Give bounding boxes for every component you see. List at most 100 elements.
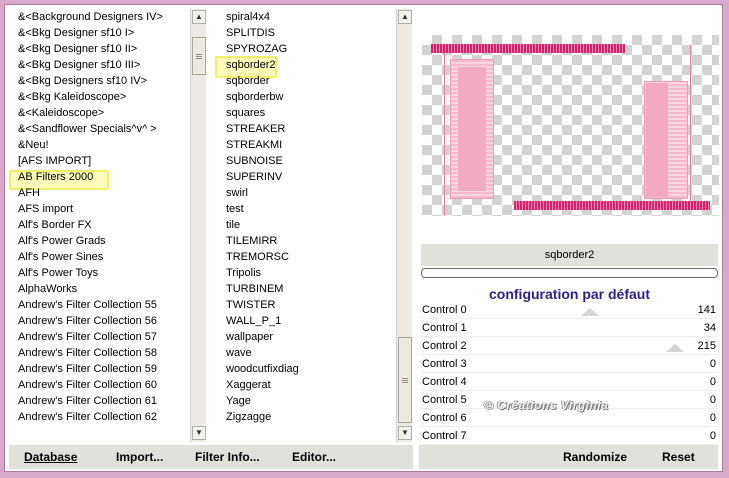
- filter-item[interactable]: swirl: [224, 185, 396, 201]
- category-item[interactable]: AFH: [16, 185, 190, 201]
- watermark: © Créations Virginia: [484, 398, 609, 412]
- filter-item[interactable]: SUPERINV: [224, 169, 396, 185]
- filter-item[interactable]: wave: [224, 345, 396, 361]
- category-item[interactable]: &<Bkg Designer sf10 II>: [16, 41, 190, 57]
- slider-thumb-icon[interactable]: [666, 344, 684, 352]
- scroll-down-icon[interactable]: ▼: [192, 426, 206, 440]
- filter-item[interactable]: SPLITDIS: [224, 25, 396, 41]
- control-row[interactable]: Control 0 141: [421, 301, 718, 319]
- filter-item[interactable]: woodcutfixdiag: [224, 361, 396, 377]
- category-item[interactable]: Andrew's Filter Collection 61: [16, 393, 190, 409]
- control-value[interactable]: 0: [710, 355, 716, 373]
- control-value[interactable]: 141: [698, 301, 716, 319]
- category-item[interactable]: Andrew's Filter Collection 56: [16, 313, 190, 329]
- category-item[interactable]: &<Sandflower Specials^v^ >: [16, 121, 190, 137]
- category-item[interactable]: Alf's Power Sines: [16, 249, 190, 265]
- editor-button[interactable]: Editor...: [292, 445, 336, 469]
- filter-item[interactable]: TILEMIRR: [224, 233, 396, 249]
- import-button[interactable]: Import...: [116, 445, 163, 469]
- filter-item[interactable]: SUBNOISE: [224, 153, 396, 169]
- preview-right-column-inner: [646, 83, 668, 197]
- preview-top-bar: [431, 44, 625, 53]
- control-row[interactable]: Control 3 0: [421, 355, 718, 373]
- control-label: Control 5: [422, 394, 467, 406]
- filter-item[interactable]: Yage: [224, 393, 396, 409]
- control-row[interactable]: Control 7 0: [421, 427, 718, 445]
- control-label: Control 6: [422, 412, 467, 424]
- control-label: Control 0: [422, 304, 467, 316]
- category-item[interactable]: Alf's Power Toys: [16, 265, 190, 281]
- control-label: Control 4: [422, 376, 467, 388]
- controls-panel: Control 0 141 Control 1 34 Control 2 215 Contr…: [421, 301, 718, 445]
- category-item[interactable]: AFS import: [16, 201, 190, 217]
- filter-item[interactable]: Tripolis: [224, 265, 396, 281]
- control-value[interactable]: 0: [710, 427, 716, 445]
- category-item[interactable]: AlphaWorks: [16, 281, 190, 297]
- filter-scrollbar[interactable]: ▲ ▼: [396, 9, 412, 442]
- filter-list[interactable]: spiral4x4 SPLITDIS SPYROZAG sqborder2 sqbord…: [224, 9, 396, 425]
- filter-item[interactable]: sqborder2: [224, 57, 396, 73]
- category-item[interactable]: &<Bkg Designer sf10 I>: [16, 25, 190, 41]
- category-item[interactable]: Andrew's Filter Collection 59: [16, 361, 190, 377]
- preview-bottom-bar: [514, 201, 710, 210]
- control-label: Control 7: [422, 430, 467, 442]
- filter-item[interactable]: STREAKER: [224, 121, 396, 137]
- category-item[interactable]: Alf's Border FX: [16, 217, 190, 233]
- category-item[interactable]: Andrew's Filter Collection 60: [16, 377, 190, 393]
- scroll-down-icon[interactable]: ▼: [398, 426, 412, 440]
- scroll-thumb[interactable]: [398, 337, 412, 423]
- effect-preview: [422, 35, 719, 216]
- control-value[interactable]: 215: [698, 337, 716, 355]
- reset-button[interactable]: Reset: [662, 445, 695, 469]
- control-value[interactable]: 0: [710, 373, 716, 391]
- filter-item[interactable]: sqborderbw: [224, 89, 396, 105]
- control-row[interactable]: Control 2 215: [421, 337, 718, 355]
- progress-bar: [421, 268, 718, 278]
- filter-item[interactable]: TURBINEM: [224, 281, 396, 297]
- filter-item[interactable]: squares: [224, 105, 396, 121]
- scroll-thumb[interactable]: [192, 37, 206, 75]
- database-button[interactable]: Database: [24, 445, 77, 469]
- category-item[interactable]: Andrew's Filter Collection 62: [16, 409, 190, 425]
- filter-item[interactable]: STREAKMI: [224, 137, 396, 153]
- filter-item[interactable]: SPYROZAG: [224, 41, 396, 57]
- category-item[interactable]: Andrew's Filter Collection 57: [16, 329, 190, 345]
- scroll-up-icon[interactable]: ▲: [192, 10, 206, 24]
- control-value[interactable]: 0: [710, 391, 716, 409]
- filter-item[interactable]: Xaggerat: [224, 377, 396, 393]
- filter-item[interactable]: spiral4x4: [224, 9, 396, 25]
- category-item[interactable]: Andrew's Filter Collection 58: [16, 345, 190, 361]
- category-list[interactable]: &<Background Designers IV> &<Bkg Designer…: [16, 9, 190, 425]
- control-row[interactable]: Control 4 0: [421, 373, 718, 391]
- effect-name-label: sqborder2: [421, 244, 718, 266]
- category-item[interactable]: &<Kaleidoscope>: [16, 105, 190, 121]
- category-item[interactable]: &<Bkg Designers sf10 IV>: [16, 73, 190, 89]
- filter-item[interactable]: WALL_P_1: [224, 313, 396, 329]
- filter-item[interactable]: tile: [224, 217, 396, 233]
- category-item[interactable]: Alf's Power Grads: [16, 233, 190, 249]
- category-item[interactable]: Andrew's Filter Collection 55: [16, 297, 190, 313]
- control-row[interactable]: Control 1 34: [421, 319, 718, 337]
- category-item[interactable]: &Neu!: [16, 137, 190, 153]
- category-item[interactable]: &<Bkg Kaleidoscope>: [16, 89, 190, 105]
- filter-item[interactable]: TWISTER: [224, 297, 396, 313]
- scroll-up-icon[interactable]: ▲: [398, 10, 412, 24]
- slider-thumb-icon[interactable]: [581, 308, 599, 316]
- filter-item[interactable]: test: [224, 201, 396, 217]
- category-item[interactable]: &<Bkg Designer sf10 III>: [16, 57, 190, 73]
- control-label: Control 2: [422, 340, 467, 352]
- category-item[interactable]: [AFS IMPORT]: [16, 153, 190, 169]
- filter-item[interactable]: wallpaper: [224, 329, 396, 345]
- preview-left-column-inner: [458, 67, 486, 191]
- filter-item[interactable]: Zigzagge: [224, 409, 396, 425]
- control-value[interactable]: 0: [710, 409, 716, 427]
- control-label: Control 1: [422, 322, 467, 334]
- category-scrollbar[interactable]: ▲ ▼: [190, 9, 206, 442]
- filter-info-button[interactable]: Filter Info...: [195, 445, 260, 469]
- category-item[interactable]: &<Background Designers IV>: [16, 9, 190, 25]
- category-item[interactable]: AB Filters 2000: [16, 169, 190, 185]
- filter-item[interactable]: sqborder: [224, 73, 396, 89]
- filter-item[interactable]: TREMORSC: [224, 249, 396, 265]
- control-value[interactable]: 34: [704, 319, 716, 337]
- randomize-button[interactable]: Randomize: [563, 445, 627, 469]
